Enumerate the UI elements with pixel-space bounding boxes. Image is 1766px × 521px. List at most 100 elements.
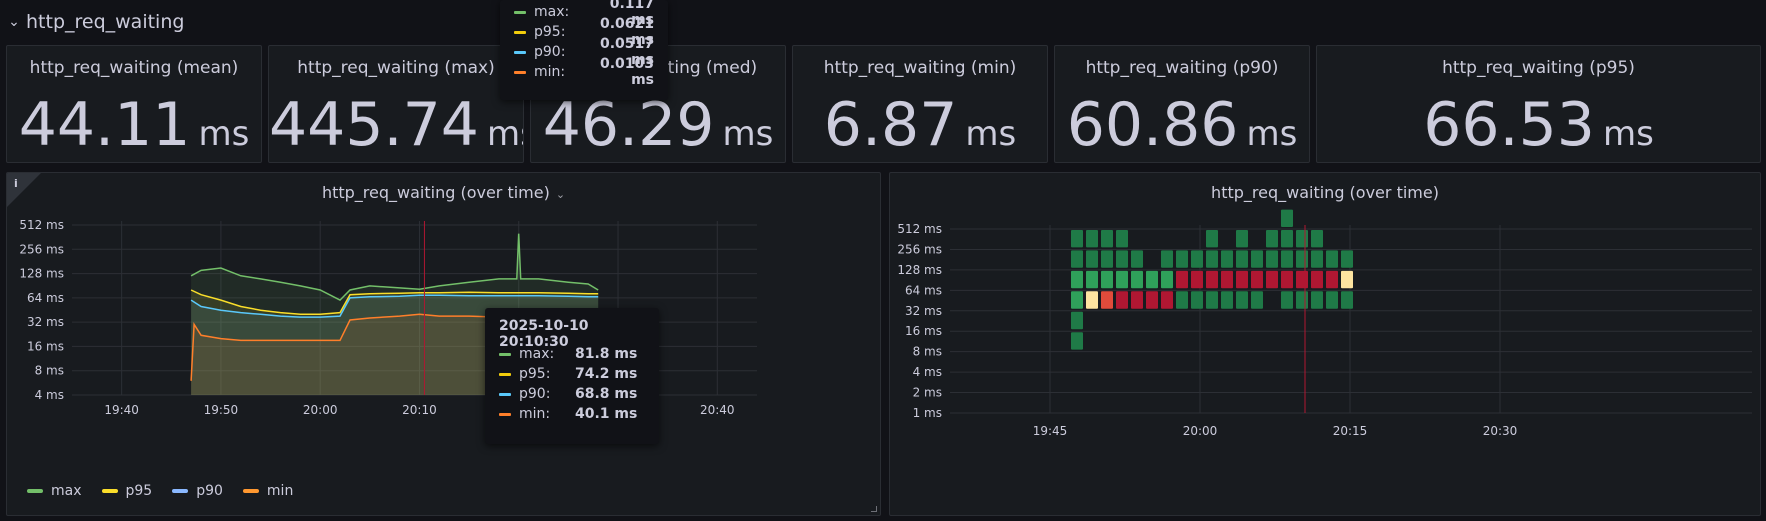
tooltip-swatch: [514, 30, 526, 34]
heatmap-cell: [1071, 270, 1083, 289]
legend-swatch: [172, 489, 189, 493]
tooltip-label: min:: [534, 64, 566, 80]
legend-item-p95[interactable]: p95: [101, 483, 153, 499]
legend-label: p95: [125, 483, 153, 499]
heatmap-cell: [1116, 230, 1128, 248]
heatmap-cell: [1206, 291, 1218, 309]
stat-number: 60.86: [1066, 90, 1239, 160]
heatmap-cell: [1281, 291, 1293, 309]
tooltip-value: 0.0103 ms: [599, 56, 654, 88]
y-tick-label: 128 ms: [897, 263, 942, 277]
tooltip-swatch: [514, 50, 526, 54]
heatmap-cell: [1236, 270, 1248, 289]
stat-unit: ms: [486, 114, 523, 154]
x-tick-label: 20:10: [402, 403, 437, 417]
heatmap-cell: [1086, 270, 1098, 289]
stat-panel-max[interactable]: http_req_waiting (max) 445.74ms: [268, 45, 524, 163]
heatmap-cell: [1221, 250, 1233, 268]
heatmap-cell: [1266, 270, 1278, 289]
heatmap-cell: [1296, 270, 1308, 289]
stat-unit: ms: [965, 114, 1017, 154]
tooltip-label: min:: [519, 406, 551, 422]
tooltip-value: 74.2 ms: [575, 366, 638, 382]
heatmap-cell: [1206, 230, 1218, 248]
heatmap-cell: [1116, 250, 1128, 268]
heatmap-cell: [1326, 291, 1338, 309]
y-tick-label: 64 ms: [905, 283, 942, 297]
heatmap-cell: [1236, 230, 1248, 248]
y-tick-label: 8 ms: [913, 345, 942, 359]
stat-number: 46.29: [542, 90, 715, 160]
stat-unit: ms: [198, 114, 250, 154]
stat-title: http_req_waiting (p90): [1085, 58, 1279, 78]
heatmap-cell: [1176, 250, 1188, 268]
x-tick-label: 20:00: [1183, 424, 1218, 438]
x-tick-label: 20:15: [1333, 424, 1368, 438]
timeseries-panel[interactable]: i http_req_waiting (over time) ⌄ 512 ms 25…: [6, 172, 881, 516]
stat-panel-p90[interactable]: http_req_waiting (p90) 60.86 ms: [1054, 45, 1310, 163]
legend-label: p90: [196, 483, 223, 499]
heatmap-cell: [1296, 230, 1308, 248]
tooltip-label: p95:: [534, 24, 566, 40]
tooltip-value: 81.8 ms: [575, 346, 638, 362]
y-tick-label: 32 ms: [27, 315, 64, 329]
timeseries-chart[interactable]: 512 ms 256 ms 128 ms 64 ms 32 ms 16 ms 8 ms 4 m…: [7, 173, 881, 516]
x-tick-label: 19:45: [1033, 424, 1068, 438]
stat-unit: ms: [1602, 114, 1654, 154]
y-tick-label: 128 ms: [19, 267, 64, 281]
heatmap-cell: [1341, 270, 1353, 289]
heatmap-cell: [1311, 230, 1323, 248]
tooltip-row: p95: 74.2 ms: [499, 364, 645, 384]
stat-number: 445.74: [269, 90, 479, 160]
heatmap-cell: [1161, 291, 1173, 309]
stat-number: 44.11: [18, 90, 191, 160]
y-tick-label: 512 ms: [19, 218, 64, 232]
heatmap-cell: [1146, 291, 1158, 309]
stat-value: 46.29 ms: [531, 90, 785, 160]
heatmap-panel[interactable]: http_req_waiting (over time) 512 ms 256 m…: [889, 172, 1761, 516]
x-tick-label: 20:40: [700, 403, 735, 417]
stat-panel-min[interactable]: http_req_waiting (min) 6.87 ms: [792, 45, 1048, 163]
tooltip-row: max: 81.8 ms: [499, 344, 645, 364]
heatmap-cell: [1281, 209, 1293, 227]
heatmap-cell: [1326, 270, 1338, 289]
stat-panel-p95[interactable]: http_req_waiting (p95) 66.53 ms: [1316, 45, 1761, 163]
heatmap-cell: [1071, 311, 1083, 330]
heatmap-cell: [1311, 250, 1323, 268]
legend-item-p90[interactable]: p90: [172, 483, 223, 499]
y-tick-label: 32 ms: [905, 304, 942, 318]
heatmap-cell: [1236, 250, 1248, 268]
tooltip-value: 40.1 ms: [575, 406, 638, 422]
heatmap-cell: [1281, 250, 1293, 268]
stat-number: 66.53: [1423, 90, 1595, 160]
stat-unit: ms: [1246, 114, 1298, 154]
stat-panel-mean[interactable]: http_req_waiting (mean) 44.11 ms: [6, 45, 262, 163]
y-tick-label: 2 ms: [913, 386, 942, 400]
heatmap-cell: [1251, 250, 1263, 268]
legend-swatch: [101, 489, 118, 493]
legend-item-max[interactable]: max: [27, 483, 82, 499]
heatmap-cell: [1071, 291, 1083, 309]
tooltip-swatch: [514, 70, 526, 74]
heatmap-cell: [1191, 250, 1203, 268]
heatmap-cell: [1251, 291, 1263, 309]
y-tick-label: 256 ms: [897, 242, 942, 256]
resize-handle[interactable]: [871, 506, 877, 512]
tooltip-time: 2025-10-10 20:10:30: [499, 318, 589, 350]
heatmap-cell: [1176, 270, 1188, 289]
dashboard: ⌄ http_req_waiting http_req_waiting (mea…: [0, 0, 1766, 521]
row-header[interactable]: ⌄ http_req_waiting: [8, 8, 184, 36]
tooltip-value: 68.8 ms: [575, 386, 638, 402]
heatmap-cell: [1101, 250, 1113, 268]
heatmap-cell: [1131, 250, 1143, 268]
stat-value: 60.86 ms: [1055, 90, 1309, 160]
x-tick-label: 20:00: [303, 403, 338, 417]
heatmap-cell: [1131, 270, 1143, 289]
heatmap-cell: [1101, 230, 1113, 248]
heatmap-cell: [1266, 250, 1278, 268]
heatmap-cell: [1101, 270, 1113, 289]
stat-value: 445.74ms: [269, 90, 523, 160]
legend-item-min[interactable]: min: [242, 483, 293, 499]
heatmap-chart[interactable]: 512 ms 256 ms 128 ms 64 ms 32 ms 16 ms 8 ms 4 m…: [890, 173, 1761, 516]
heatmap-cell: [1071, 250, 1083, 268]
